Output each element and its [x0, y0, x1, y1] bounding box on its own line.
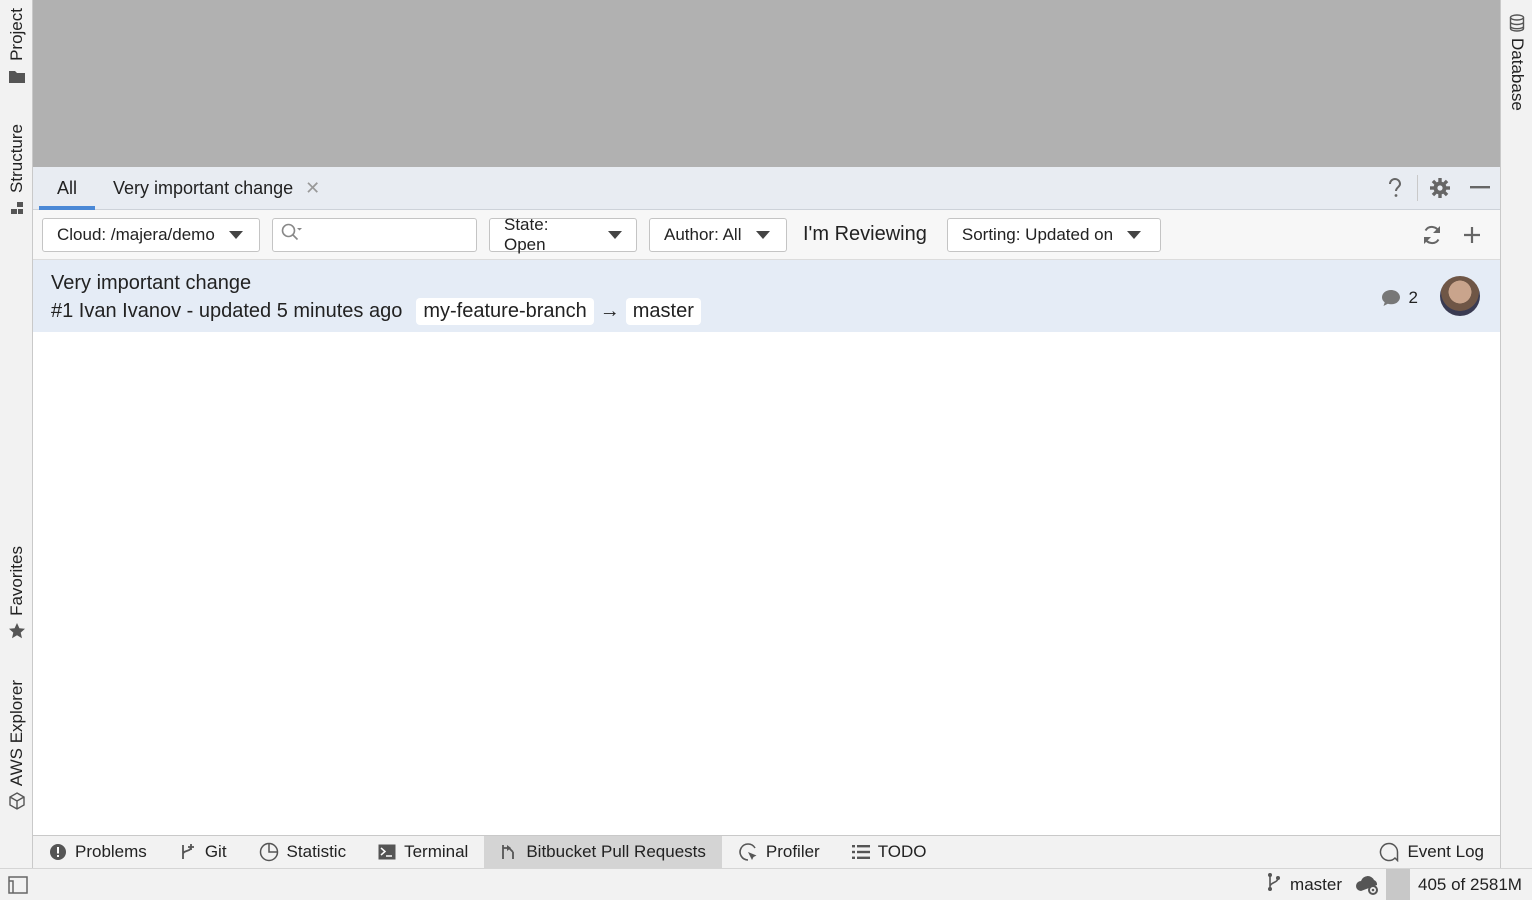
tool-tab-todo-label: TODO: [877, 842, 927, 861]
cloud-settings-icon[interactable]: [1354, 874, 1382, 900]
tool-tab-profiler-label: Profiler: [765, 842, 820, 861]
pull-request-row[interactable]: Very important change #1 Ivan Ivanov - u…: [33, 260, 1500, 332]
help-icon[interactable]: [1375, 168, 1415, 208]
tool-tab-database[interactable]: Database: [1501, 14, 1532, 111]
tool-tab-terminal[interactable]: Terminal: [362, 836, 484, 869]
problems-icon: [49, 843, 67, 861]
refresh-icon[interactable]: [1412, 218, 1452, 252]
database-icon: [1508, 14, 1526, 32]
state-filter-value: State: Open: [504, 214, 549, 254]
tool-window-actions: [1375, 167, 1500, 209]
tool-tab-problems[interactable]: Problems: [33, 836, 163, 869]
arrow-right-icon: →: [599, 300, 620, 322]
star-icon: [8, 622, 26, 640]
sorting-filter[interactable]: Sorting: Updated on: [946, 217, 1161, 252]
gear-icon[interactable]: [1420, 168, 1460, 208]
target-branch-chip: master: [625, 298, 701, 325]
memory-indicator[interactable]: 405 of 2581M: [1386, 869, 1532, 900]
tool-tab-database-label: Database: [1508, 38, 1527, 111]
comment-count: 2: [1408, 288, 1418, 307]
tool-tab-structure-label: Structure: [6, 124, 26, 193]
right-tool-strip: Database: [1500, 0, 1532, 868]
git-icon: [179, 843, 197, 861]
list-actions: [1412, 218, 1492, 252]
left-tool-strip: Project Structure Favorites AWS Explorer: [0, 0, 33, 868]
tool-tab-git[interactable]: Git: [163, 836, 243, 869]
chevron-down-icon: [228, 230, 243, 239]
author-filter[interactable]: Author: All: [649, 217, 787, 252]
search-input[interactable]: [307, 225, 514, 244]
tool-tab-event-log-label: Event Log: [1407, 842, 1484, 861]
tool-tab-terminal-label: Terminal: [404, 842, 469, 861]
tool-tab-profiler[interactable]: Profiler: [722, 836, 836, 869]
pr-meta: #1 Ivan Ivanov - updated 5 minutes ago: [51, 300, 403, 322]
tab-very-important-change[interactable]: Very important change ✕: [95, 167, 338, 209]
folder-icon: [8, 67, 26, 85]
state-filter[interactable]: State: Open: [489, 214, 637, 254]
repository-value: Cloud: /majera/demo: [57, 224, 215, 244]
pr-title: Very important change: [51, 272, 252, 294]
im-reviewing-toggle[interactable]: I'm Reviewing: [803, 223, 927, 246]
cube-icon: [8, 792, 26, 810]
tool-tab-bitbucket-label: Bitbucket Pull Requests: [526, 842, 706, 861]
tab-all-label: All: [57, 177, 78, 198]
branch-icon: [1266, 872, 1282, 897]
statistic-icon: [259, 842, 279, 862]
tool-tab-aws-explorer[interactable]: AWS Explorer: [0, 680, 33, 810]
filter-bar: Cloud: /majera/demo State: Open Author: …: [33, 210, 1500, 260]
sorting-filter-value: Sorting: Updated on: [961, 224, 1114, 244]
bottom-tool-bar: Problems Git Statistic Terminal Bitbucke…: [33, 835, 1500, 869]
structure-icon: [8, 199, 26, 217]
chevron-down-icon: [755, 230, 770, 239]
status-branch-label: master: [1290, 874, 1342, 894]
tool-window-tabs: All Very important change ✕: [33, 167, 1500, 210]
minimize-icon[interactable]: [1460, 168, 1500, 208]
tool-tab-favorites-label: Favorites: [6, 546, 26, 616]
add-icon[interactable]: [1452, 218, 1492, 252]
event-log-icon: [1379, 842, 1399, 862]
memory-usage-bar: [1386, 869, 1410, 900]
terminal-icon: [378, 844, 396, 860]
tool-tab-git-label: Git: [204, 842, 227, 861]
status-bar: master 405 of 2581M: [0, 868, 1532, 900]
tab-all[interactable]: All: [33, 167, 96, 210]
tool-tab-todo[interactable]: TODO: [836, 836, 943, 869]
tool-tab-statistic-label: Statistic: [286, 842, 347, 861]
tool-tab-project[interactable]: Project: [0, 8, 33, 85]
status-branch[interactable]: master: [1266, 872, 1342, 897]
toggle-tool-windows-icon[interactable]: [8, 876, 28, 899]
chevron-down-icon: [608, 230, 622, 239]
tool-tab-project-label: Project: [6, 8, 26, 61]
tool-tab-aws-explorer-label: AWS Explorer: [6, 680, 26, 787]
todo-icon: [851, 844, 870, 860]
tool-tab-statistic[interactable]: Statistic: [243, 836, 363, 869]
source-branch-chip: my-feature-branch: [416, 298, 594, 325]
bitbucket-icon: [500, 843, 518, 861]
memory-label: 405 of 2581M: [1418, 875, 1522, 894]
repository-combo[interactable]: Cloud: /majera/demo: [42, 217, 260, 252]
tool-tab-bitbucket-pull-requests[interactable]: Bitbucket Pull Requests: [484, 835, 722, 869]
tool-tab-event-log[interactable]: Event Log: [1363, 836, 1500, 869]
pr-details: #1 Ivan Ivanov - updated 5 minutes ago m…: [51, 298, 705, 325]
pull-requests-tool-window: All Very important change ✕ Cloud: /maje…: [33, 167, 1500, 835]
search-icon: [281, 223, 303, 246]
comment-icon: [1381, 289, 1401, 307]
search-field[interactable]: [272, 217, 514, 252]
toolbar-separator: [1417, 175, 1418, 201]
tab-pr-label: Very important change: [113, 177, 294, 198]
pr-comments: 2: [1381, 288, 1418, 308]
tool-tab-problems-label: Problems: [75, 842, 147, 861]
editor-area: [33, 0, 1500, 167]
chevron-down-icon: [1127, 230, 1142, 239]
close-icon[interactable]: ✕: [305, 178, 320, 199]
tool-tab-favorites[interactable]: Favorites: [0, 546, 33, 640]
tool-tab-structure[interactable]: Structure: [0, 124, 33, 217]
avatar: [1440, 276, 1480, 316]
profiler-icon: [738, 842, 758, 862]
author-filter-value: Author: All: [664, 224, 742, 244]
